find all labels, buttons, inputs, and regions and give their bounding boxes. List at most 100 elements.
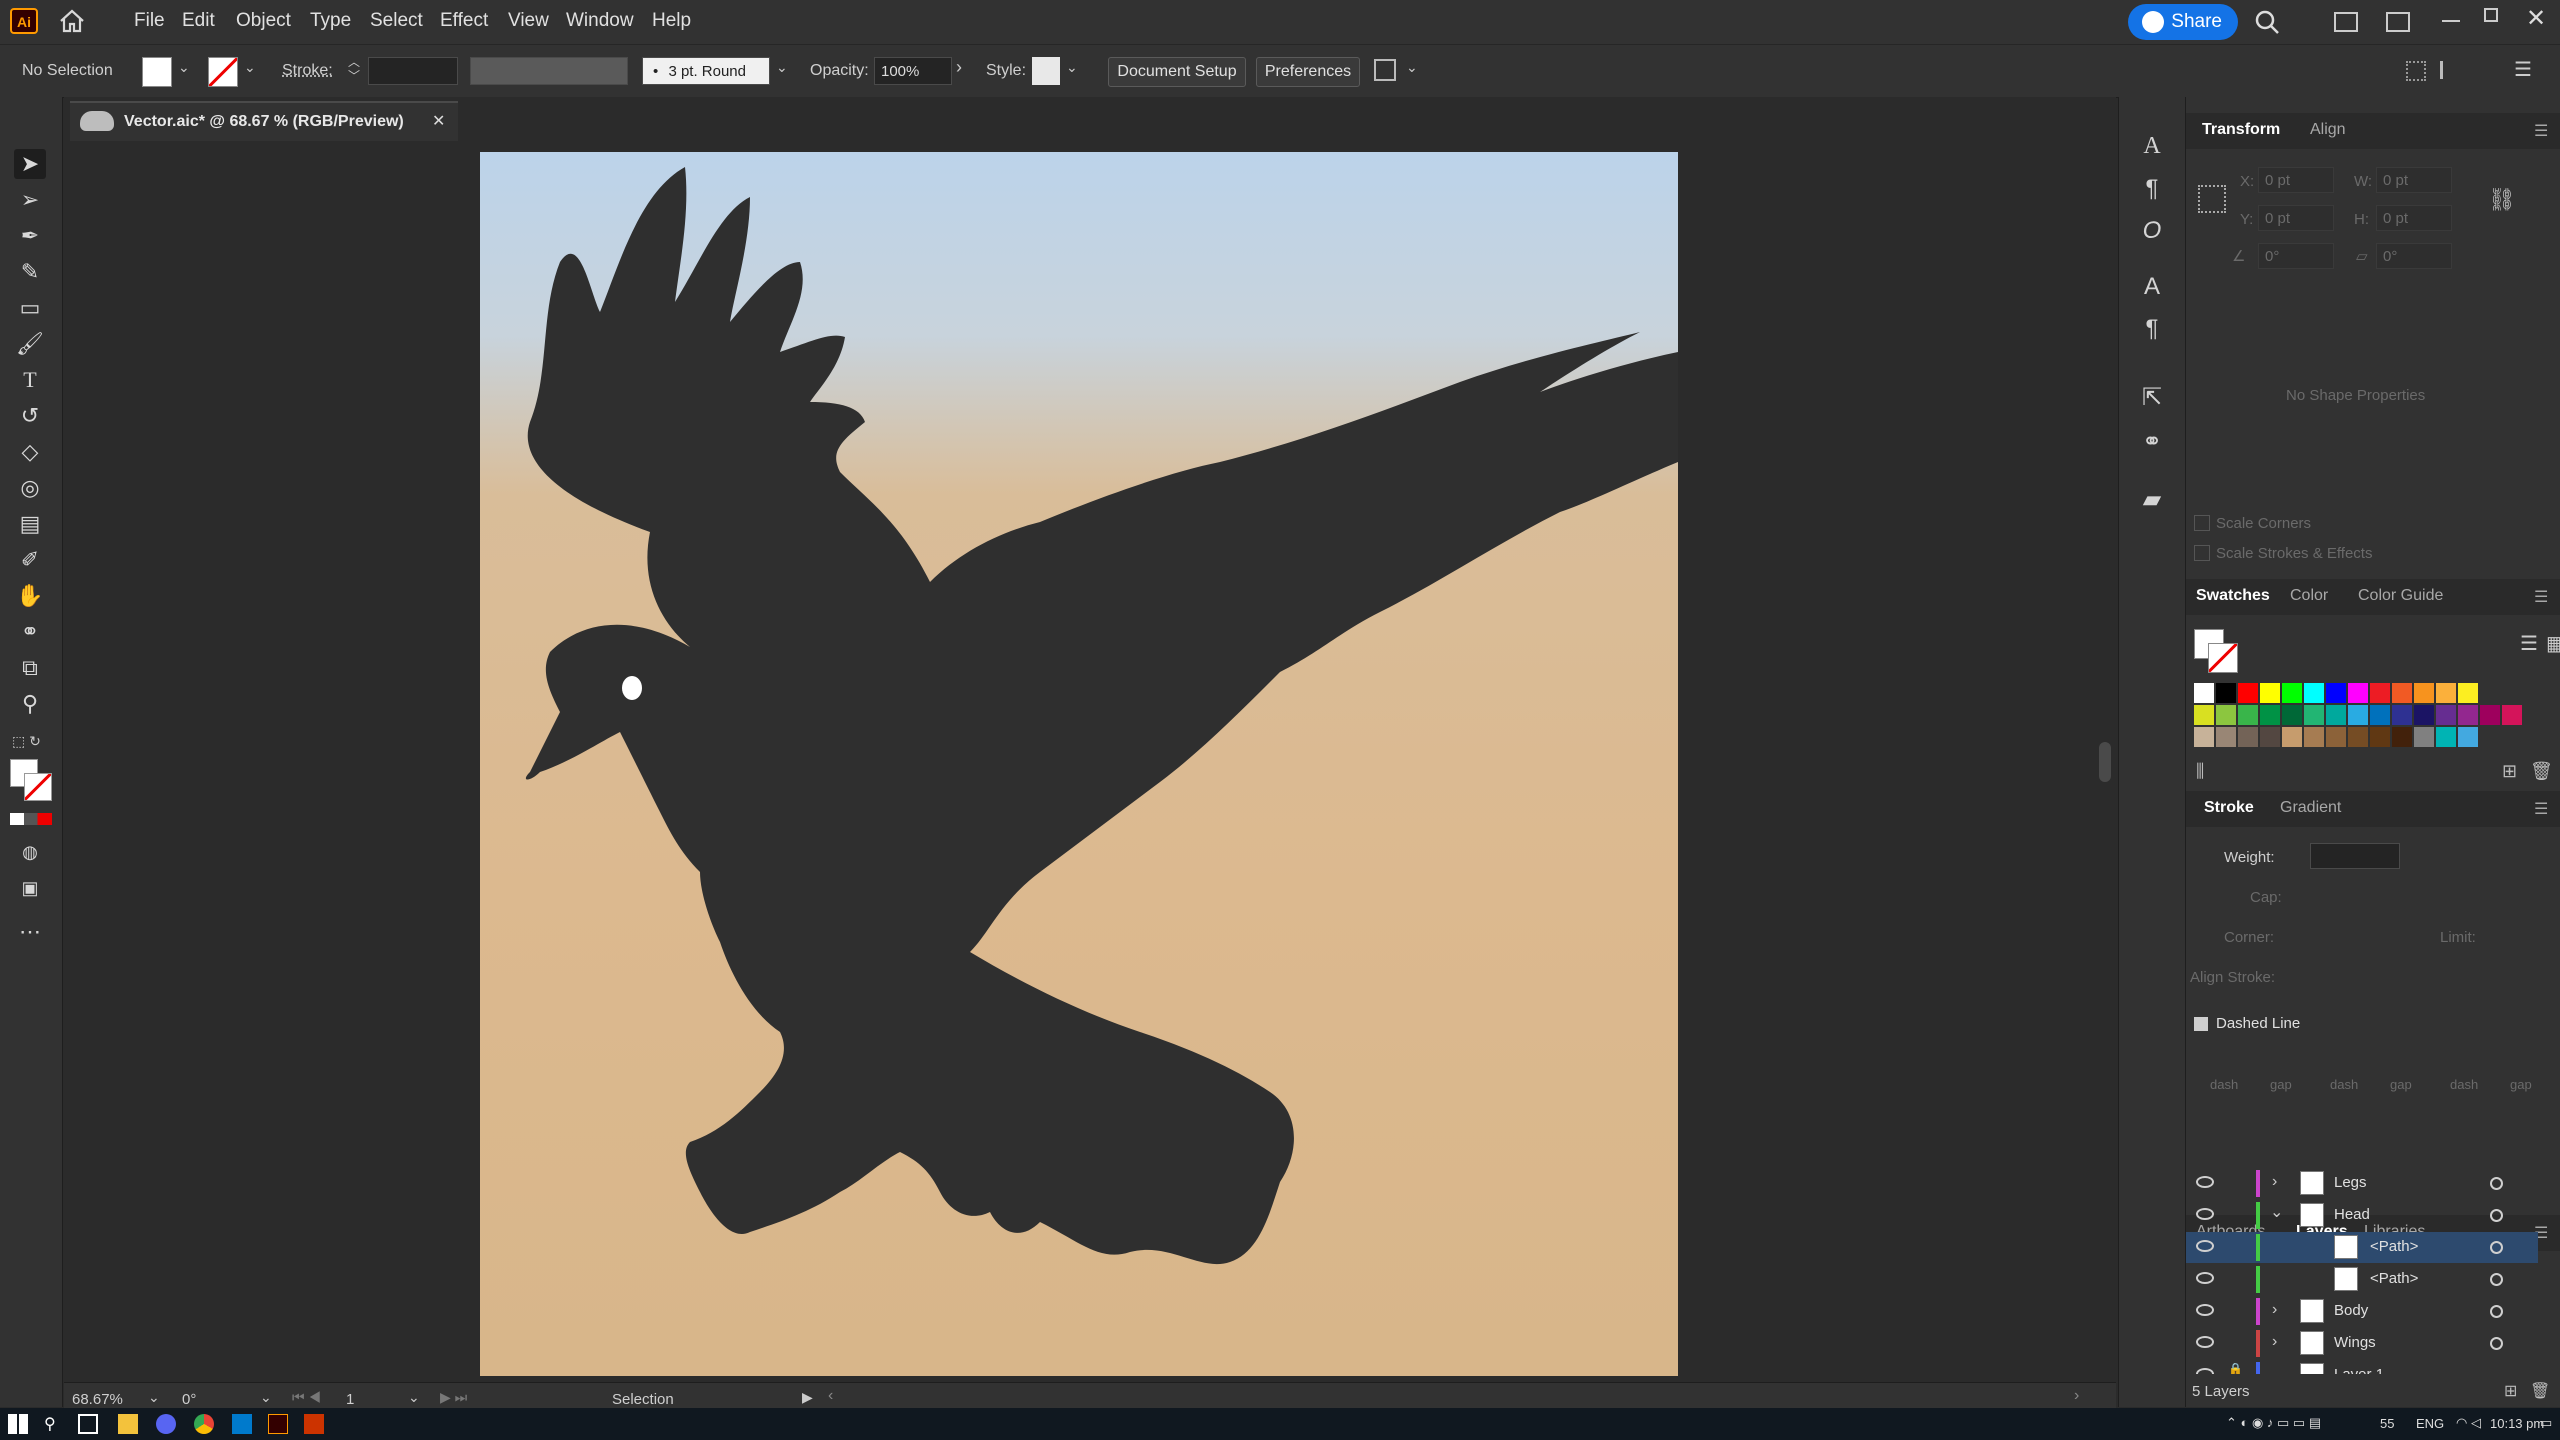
constrain-proportions-icon[interactable]: ⛓	[2488, 187, 2516, 213]
color-swatch[interactable]	[2370, 683, 2390, 703]
swap-fill-stroke-icon[interactable]: ⬚ ↻	[12, 733, 41, 750]
delete-swatch-icon[interactable]: 🗑	[2530, 761, 2553, 782]
menu-edit[interactable]: Edit	[182, 10, 215, 32]
more-tools-icon[interactable]: ⋯	[14, 917, 46, 947]
grid-view-icon[interactable]: ▦	[2546, 631, 2560, 656]
stroke-label[interactable]: Stroke:	[282, 62, 333, 80]
color-swatch[interactable]	[2194, 727, 2214, 747]
shear-field[interactable]: 0°	[2376, 243, 2452, 269]
chevron-down-icon[interactable]: ⌄	[1406, 59, 1418, 76]
links-icon[interactable]: ⚭	[2137, 427, 2167, 457]
clock[interactable]: 10:13 pm	[2490, 1416, 2544, 1431]
tab-align[interactable]: Align	[2310, 121, 2346, 139]
tab-color[interactable]: Color	[2290, 587, 2328, 605]
color-swatch[interactable]	[2282, 727, 2302, 747]
target-circle-icon[interactable]	[2490, 1273, 2503, 1286]
layer-row-wings[interactable]: › Wings	[2186, 1328, 2538, 1359]
color-swatch[interactable]	[2194, 683, 2214, 703]
panel-menu-icon[interactable]: ☰	[2534, 121, 2548, 141]
color-swatch[interactable]	[2348, 683, 2368, 703]
comments-icon[interactable]: ▰	[2137, 485, 2167, 515]
menu-object[interactable]: Object	[236, 10, 291, 32]
eraser-tool-icon[interactable]: ◇	[14, 437, 46, 467]
new-layer-icon[interactable]: ⊞	[2504, 1381, 2517, 1401]
target-circle-icon[interactable]	[2490, 1209, 2503, 1222]
panel-menu-icon[interactable]: ☰	[2534, 799, 2548, 819]
color-swatch[interactable]	[2458, 705, 2478, 725]
visibility-eye-icon[interactable]	[2196, 1272, 2214, 1284]
angle-field[interactable]: 0°	[2258, 243, 2334, 269]
status-menu-arrow-icon[interactable]: ▶	[802, 1389, 813, 1406]
target-circle-icon[interactable]	[2490, 1241, 2503, 1254]
artboard-number[interactable]: 1	[346, 1391, 354, 1408]
illustrator-taskbar-icon[interactable]	[268, 1414, 288, 1434]
color-swatch[interactable]	[2348, 727, 2368, 747]
opacity-field[interactable]: 100%	[874, 57, 952, 85]
type-tool-icon[interactable]: T	[14, 365, 46, 395]
layer-row-legs[interactable]: › Legs	[2186, 1168, 2538, 1199]
swatch-stroke-indicator[interactable]	[2208, 643, 2238, 673]
color-swatch[interactable]	[2304, 705, 2324, 725]
stroke-weight-field[interactable]	[368, 57, 458, 85]
home-icon[interactable]	[58, 8, 86, 34]
rotation-value[interactable]: 0°	[182, 1391, 196, 1408]
h-field[interactable]: 0 pt	[2376, 205, 2452, 231]
color-swatch[interactable]	[2260, 727, 2280, 747]
artboard[interactable]	[480, 152, 1678, 1376]
share-button[interactable]: Share	[2128, 4, 2238, 40]
visibility-eye-icon[interactable]	[2196, 1304, 2214, 1316]
scale-corners-checkbox[interactable]	[2194, 515, 2210, 531]
color-swatch[interactable]	[2194, 705, 2214, 725]
paragraph-icon[interactable]: ¶	[2137, 175, 2167, 205]
notification-icon[interactable]: ▭	[2540, 1415, 2552, 1431]
menu-select[interactable]: Select	[370, 10, 423, 32]
weight-field[interactable]	[2310, 843, 2400, 869]
list-view-icon[interactable]: ☰	[2520, 631, 2538, 656]
eyedropper-tool-icon[interactable]: ✐	[14, 545, 46, 575]
screen-mode-icon[interactable]: ▣	[14, 873, 46, 903]
w-field[interactable]: 0 pt	[2376, 167, 2452, 193]
color-swatch[interactable]	[2414, 683, 2434, 703]
artboard-nav-first-icon[interactable]: ⏮ ◀	[292, 1389, 321, 1406]
color-swatch[interactable]	[2458, 727, 2478, 747]
x-field[interactable]: 0 pt	[2258, 167, 2334, 193]
chevron-right-icon[interactable]: ›	[2272, 1173, 2277, 1191]
color-swatch[interactable]	[2216, 727, 2236, 747]
draw-mode-icon[interactable]: ◍	[14, 837, 46, 867]
style-swatch[interactable]	[1032, 57, 1060, 85]
chevron-down-icon[interactable]: ⌄	[1066, 59, 1078, 76]
scroll-right-icon[interactable]: ›	[2074, 1387, 2079, 1405]
search-icon[interactable]: ⚲	[44, 1414, 64, 1434]
stroke-color-icon[interactable]	[24, 773, 52, 801]
color-swatch[interactable]	[2238, 705, 2258, 725]
lock-icon[interactable]: 🔒	[2228, 1362, 2243, 1374]
delete-layer-icon[interactable]: 🗑	[2530, 1381, 2550, 1401]
chevron-down-icon[interactable]: ⌄	[148, 1389, 160, 1406]
search-icon[interactable]	[2254, 9, 2280, 40]
tray-icons[interactable]: ⌃ ◐ ◉ ♪ ▭ ▭ ▤	[2226, 1415, 2321, 1431]
artboard-tool-icon[interactable]: ⧉	[14, 653, 46, 683]
color-swatch[interactable]	[2326, 705, 2346, 725]
menu-type[interactable]: Type	[310, 10, 351, 32]
document-setup-button[interactable]: Document Setup	[1108, 57, 1246, 87]
chevron-down-icon[interactable]: ⌄	[408, 1389, 420, 1406]
color-swatch[interactable]	[2282, 683, 2302, 703]
tab-swatches[interactable]: Swatches	[2196, 587, 2270, 605]
target-circle-icon[interactable]	[2490, 1337, 2503, 1350]
new-swatch-icon[interactable]: ⊞	[2502, 761, 2517, 782]
layer-row-body[interactable]: › Body	[2186, 1296, 2538, 1327]
shape-builder-tool-icon[interactable]: ◎	[14, 473, 46, 503]
menu-view[interactable]: View	[508, 10, 549, 32]
menu-file[interactable]: File	[134, 10, 165, 32]
y-field[interactable]: 0 pt	[2258, 205, 2334, 231]
menu-effect[interactable]: Effect	[440, 10, 488, 32]
tab-transform[interactable]: Transform	[2202, 121, 2280, 139]
color-swatch[interactable]	[2502, 705, 2522, 725]
wifi-icon[interactable]: ◠ ◁	[2456, 1415, 2481, 1431]
windows-start-icon[interactable]	[8, 1414, 28, 1434]
document-tab[interactable]: Vector.aic* @ 68.67 % (RGB/Preview) ✕	[70, 101, 458, 141]
preferences-button[interactable]: Preferences	[1256, 57, 1360, 87]
color-swatch[interactable]	[2216, 683, 2236, 703]
layer-row-path[interactable]: <Path>	[2186, 1264, 2538, 1295]
paintbrush-tool-icon[interactable]: 🖌	[14, 329, 46, 359]
